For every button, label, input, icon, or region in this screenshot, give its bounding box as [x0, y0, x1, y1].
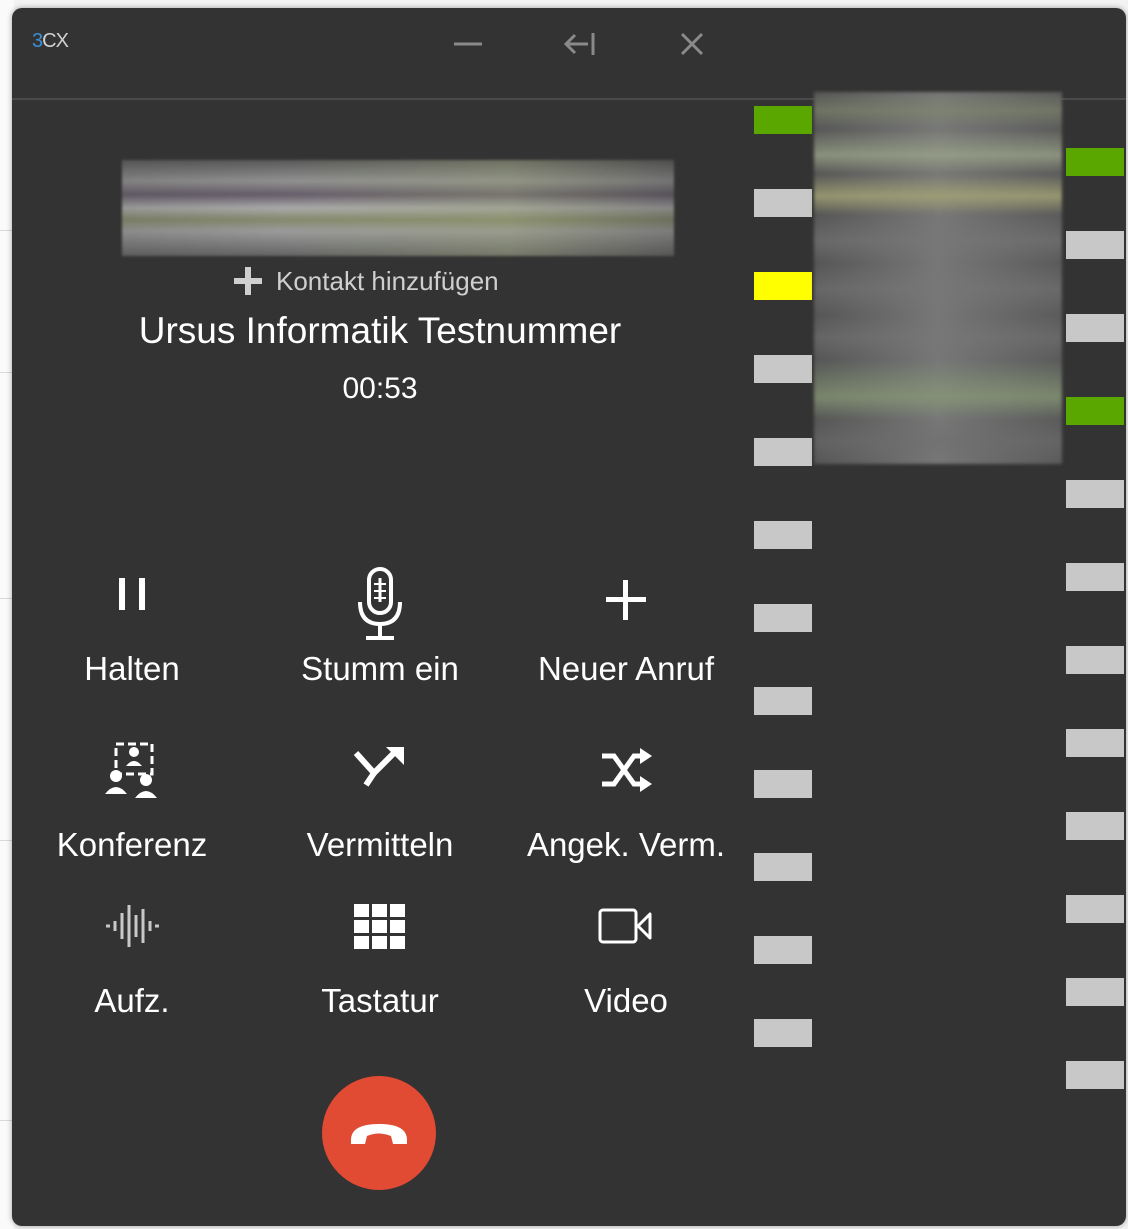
attended-transfer-button[interactable]: Angek. Verm.: [506, 730, 746, 870]
add-contact-label: Kontakt hinzufügen: [276, 265, 499, 296]
blf-presence-indicator[interactable]: [1066, 480, 1124, 508]
call-window: 3CX Kontakt hinzufügen Ursus Informatik …: [12, 8, 1126, 1226]
blf-presence-indicator[interactable]: [1066, 148, 1124, 176]
blf-presence-indicator[interactable]: [1066, 895, 1124, 923]
blf-presence-indicator[interactable]: [754, 936, 812, 964]
transfer-button[interactable]: Vermitteln: [260, 730, 500, 870]
blf-presence-indicator[interactable]: [1066, 729, 1124, 757]
blf-presence-indicator[interactable]: [754, 106, 812, 134]
add-contact-link[interactable]: Kontakt hinzufügen: [232, 264, 499, 298]
blf-presence-indicator[interactable]: [1066, 563, 1124, 591]
blf-presence-indicator[interactable]: [754, 770, 812, 798]
blf-presence-indicator[interactable]: [1066, 231, 1124, 259]
app-title-prefix: 3: [32, 30, 43, 52]
microphone-icon: [260, 564, 500, 644]
dock-button[interactable]: [560, 24, 600, 64]
caller-number-redacted: [122, 160, 674, 256]
keypad-grid-icon: [260, 886, 500, 966]
app-title-suffix: CX: [42, 30, 69, 52]
blf-presence-indicator[interactable]: [1066, 812, 1124, 840]
transfer-label: Vermitteln: [306, 826, 454, 863]
blf-presence-indicator[interactable]: [754, 1019, 812, 1047]
title-bar[interactable]: 3CX: [12, 8, 1126, 100]
minus-icon: [454, 42, 482, 46]
blf-presence-indicator[interactable]: [1066, 1061, 1124, 1089]
keypad-button[interactable]: Tastatur: [260, 886, 500, 1026]
keypad-label: Tastatur: [321, 982, 439, 1019]
video-button[interactable]: Video: [506, 886, 746, 1026]
waveform-icon: [12, 886, 252, 966]
blf-presence-indicator[interactable]: [754, 272, 812, 300]
close-button[interactable]: [672, 24, 712, 64]
caller-name: Ursus Informatik Testnummer: [138, 310, 622, 351]
blf-names-redacted: [814, 92, 1062, 464]
blf-presence-indicator[interactable]: [1066, 646, 1124, 674]
blf-presence-indicator[interactable]: [1066, 397, 1124, 425]
plus-icon: [234, 267, 262, 295]
blf-presence-indicator[interactable]: [754, 604, 812, 632]
record-label: Aufz.: [94, 982, 170, 1019]
mute-button[interactable]: Stumm ein: [260, 554, 500, 694]
new-call-label: Neuer Anruf: [537, 650, 715, 687]
phone-hangup-icon: [351, 1124, 407, 1144]
arrow-left-bar-icon: [563, 33, 595, 55]
shuffle-icon: [506, 730, 746, 810]
app-title: 3CX: [32, 30, 69, 53]
blf-presence-indicator[interactable]: [754, 438, 812, 466]
record-button[interactable]: Aufz.: [12, 886, 252, 1026]
new-call-button[interactable]: Neuer Anruf: [506, 554, 746, 694]
plus-icon: [506, 560, 746, 640]
conference-button[interactable]: Konferenz: [12, 730, 252, 870]
transfer-arrow-icon: [260, 730, 500, 810]
video-camera-icon: [506, 886, 746, 966]
pause-icon: [12, 554, 252, 634]
blf-presence-indicator[interactable]: [754, 521, 812, 549]
blf-presence-indicator[interactable]: [1066, 314, 1124, 342]
hangup-button[interactable]: [322, 1076, 436, 1190]
call-timer: 00:53: [342, 372, 418, 405]
conference-label: Konferenz: [56, 826, 208, 863]
blf-presence-indicator[interactable]: [754, 355, 812, 383]
blf-presence-indicator[interactable]: [754, 687, 812, 715]
blf-presence-indicator[interactable]: [1066, 978, 1124, 1006]
video-label: Video: [584, 982, 668, 1019]
blf-presence-indicator[interactable]: [754, 189, 812, 217]
mute-label: Stumm ein: [301, 650, 459, 687]
blf-presence-indicator[interactable]: [754, 853, 812, 881]
x-icon: [680, 32, 704, 56]
hold-button[interactable]: Halten: [12, 554, 252, 694]
hold-label: Halten: [84, 650, 180, 687]
attended-transfer-label: Angek. Verm.: [526, 826, 726, 863]
minimize-button[interactable]: [448, 24, 488, 64]
conference-icon: [12, 730, 252, 810]
